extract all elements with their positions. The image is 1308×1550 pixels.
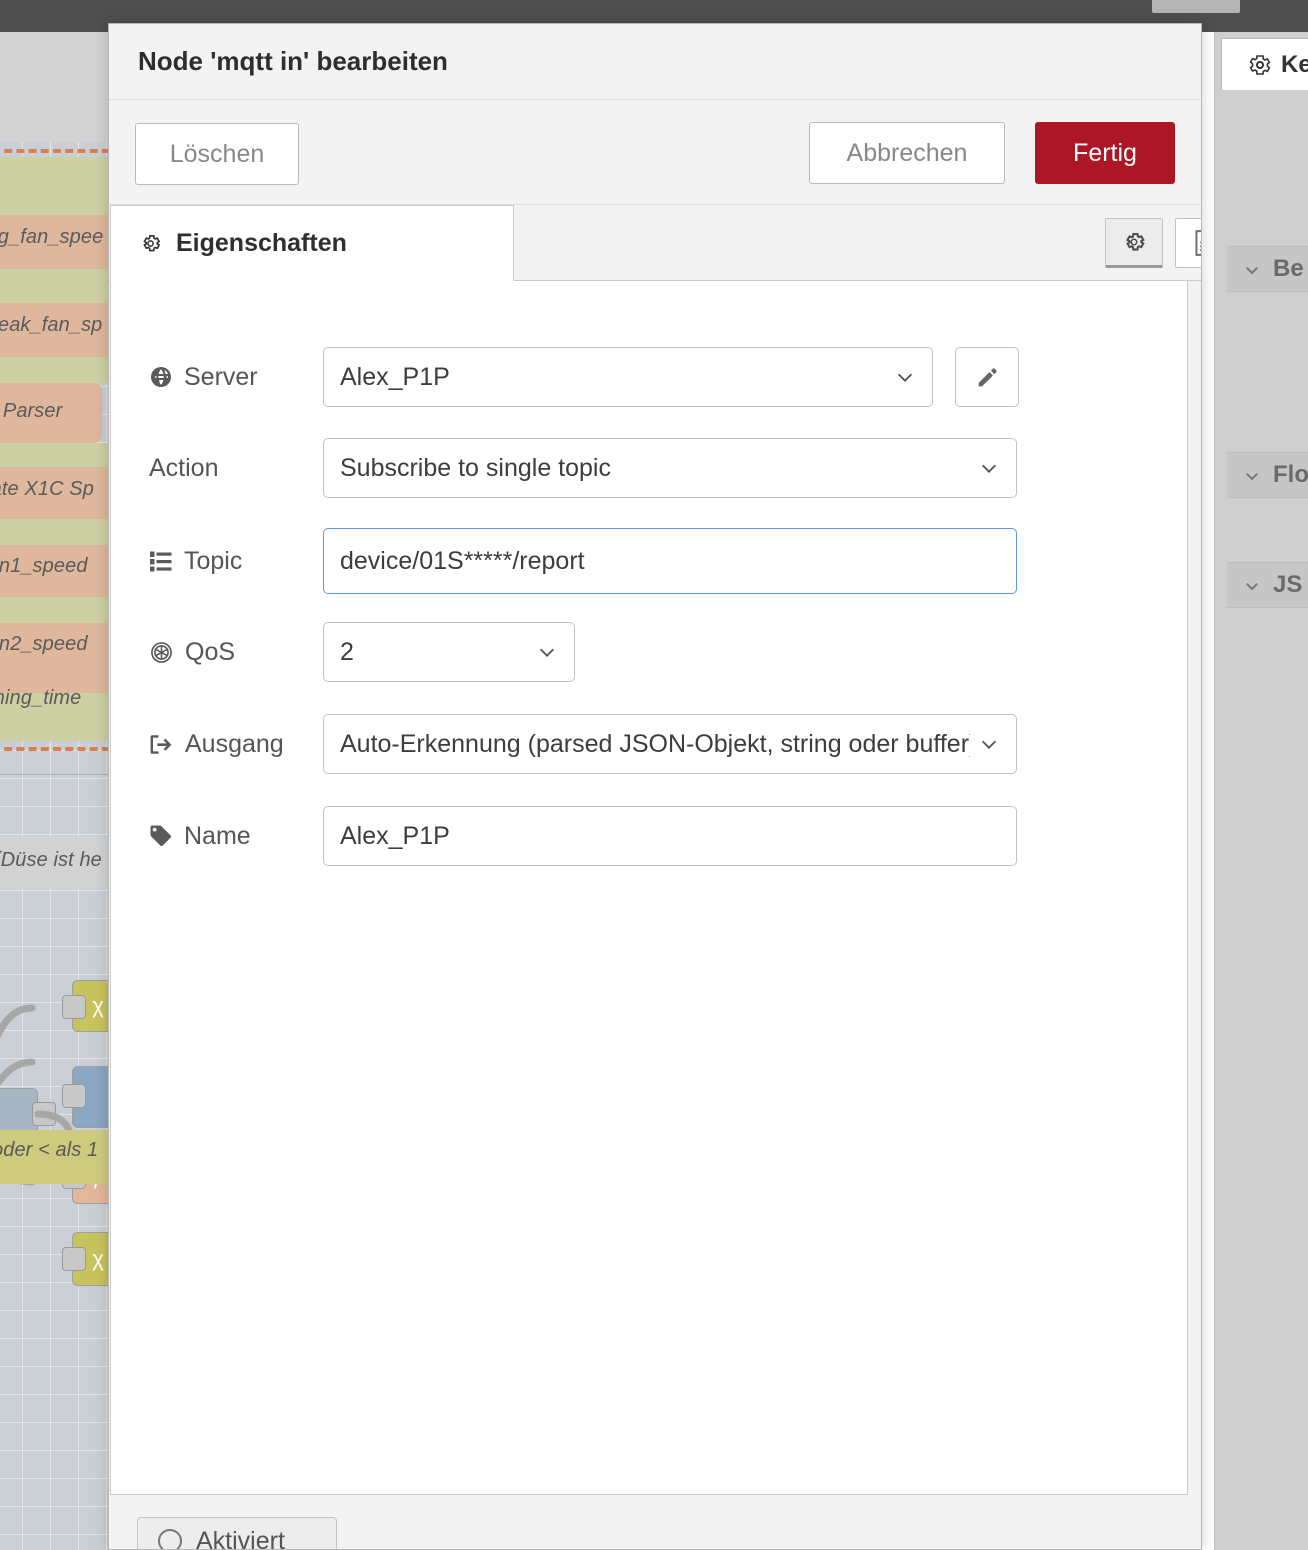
canvas-band <box>0 597 108 623</box>
form-row-topic: Topic device/01S*****/report <box>111 528 1187 594</box>
gear-icon <box>1248 53 1272 77</box>
label-text: QoS <box>185 637 236 666</box>
enable-toggle-button[interactable]: Aktiviert <box>137 1517 337 1550</box>
tasks-icon <box>149 550 173 572</box>
ausgang-value: Auto-Erkennung (parsed JSON-Objekt, stri… <box>340 729 970 758</box>
dialog-title: Node 'mqtt in' bearbeiten <box>109 24 1201 100</box>
canvas-divider <box>0 774 108 775</box>
edit-server-button[interactable] <box>955 347 1019 407</box>
canvas-node-label: slate X1C Sp <box>0 478 94 500</box>
qos-select[interactable]: 2 <box>323 622 575 682</box>
gear-icon <box>139 232 162 255</box>
dialog-body: Server Alex_P1P Action Subscribe to sing… <box>110 281 1188 1494</box>
gear-icon <box>1121 229 1147 255</box>
delete-button[interactable]: Löschen <box>135 123 299 185</box>
sidebar-section-header[interactable]: Be <box>1227 246 1308 292</box>
label-name: Name <box>111 822 323 851</box>
canvas-node-label: fan2_speed <box>0 633 88 655</box>
chevron-down-icon <box>978 733 1000 755</box>
flow-canvas[interactable]: ing_fan_spee break_fan_sp e Parser slate… <box>0 32 108 1550</box>
form-row-server: Server Alex_P1P <box>111 347 1187 407</box>
name-input[interactable]: Alex_P1P <box>323 806 1017 866</box>
sidebar-tab-config[interactable]: Ke <box>1221 38 1308 90</box>
label-action: Action <box>111 454 323 483</box>
browser-tab-stub[interactable] <box>1152 0 1240 13</box>
form-row-action: Action Subscribe to single topic <box>111 438 1187 498</box>
canvas-band <box>0 157 108 215</box>
chevron-down-icon <box>894 366 916 388</box>
canvas-node-label: ing_fan_spee <box>0 226 104 248</box>
canvas-node-label: fan1_speed <box>0 555 88 577</box>
canvas-band <box>0 32 108 142</box>
action-select[interactable]: Subscribe to single topic <box>323 438 1017 498</box>
name-value: Alex_P1P <box>340 821 450 850</box>
right-sidebar: Ke Be Flo JS <box>1214 32 1308 1550</box>
label-text: Name <box>184 821 251 850</box>
topic-value: device/01S*****/report <box>340 546 585 575</box>
topic-input[interactable]: device/01S*****/report <box>323 528 1017 594</box>
circle-icon <box>158 1529 182 1549</box>
canvas-node-label: break_fan_sp <box>0 314 103 336</box>
label-ausgang: Ausgang <box>111 730 323 759</box>
tab-label: Eigenschaften <box>176 228 347 257</box>
form-row-qos: QoS 2 <box>111 622 1187 682</box>
sidebar-section-header[interactable]: JS <box>1227 562 1308 608</box>
sidebar-section-label: Be <box>1273 255 1304 282</box>
label-text: Action <box>149 453 219 482</box>
canvas-node-label: aining_time <box>0 687 82 709</box>
tab-properties-icon-button[interactable] <box>1105 218 1163 268</box>
canvas-band <box>0 443 108 467</box>
tab-eigenschaften[interactable]: Eigenschaften <box>110 205 514 281</box>
description-icon <box>1191 229 1201 257</box>
form-row-ausgang: Ausgang Auto-Erkennung (parsed JSON-Obje… <box>111 714 1187 774</box>
server-select[interactable]: Alex_P1P <box>323 347 933 407</box>
tab-description-icon-button[interactable] <box>1175 218 1201 268</box>
sign-out-icon <box>149 733 174 756</box>
label-text: Ausgang <box>185 729 284 758</box>
canvas-node-label: e Parser <box>0 400 63 422</box>
dialog-tab-bar: Eigenschaften <box>109 205 1201 281</box>
pencil-icon <box>975 365 1000 390</box>
canvas-comment-label: oder < als 1 <box>0 1139 99 1161</box>
chevron-down-icon <box>536 641 558 663</box>
sidebar-tab-label: Ke <box>1281 50 1308 78</box>
edit-node-dialog: Node 'mqtt in' bearbeiten Löschen Abbrec… <box>108 23 1202 1550</box>
group-boundary-dashed <box>0 149 108 153</box>
sidebar-section-label: Flo <box>1273 461 1308 488</box>
canvas-comment-label: (Düse ist he <box>0 849 102 871</box>
canvas-band <box>0 269 108 303</box>
done-button[interactable]: Fertig <box>1035 122 1175 184</box>
chevron-down-icon <box>1243 467 1259 483</box>
chevron-down-icon <box>1243 577 1259 593</box>
form-row-name: Name Alex_P1P <box>111 806 1187 866</box>
action-value: Subscribe to single topic <box>340 453 611 482</box>
label-qos: QoS <box>111 638 323 667</box>
dialog-footer: Aktiviert <box>110 1494 1188 1550</box>
group-boundary-dashed <box>0 747 108 751</box>
sidebar-section-header[interactable]: Flo <box>1227 452 1308 498</box>
label-topic: Topic <box>111 547 323 576</box>
empire-icon <box>149 640 174 665</box>
qos-value: 2 <box>340 637 354 666</box>
node-input-port[interactable] <box>62 1247 86 1271</box>
label-text: Server <box>184 362 258 391</box>
dialog-toolbar: Löschen Abbrechen Fertig <box>109 100 1201 205</box>
server-value: Alex_P1P <box>340 362 450 391</box>
enable-label: Aktiviert <box>196 1526 285 1550</box>
label-server: Server <box>111 363 323 392</box>
canvas-band <box>0 357 108 383</box>
node-input-port[interactable] <box>62 995 86 1019</box>
sidebar-section-label: JS <box>1273 571 1303 598</box>
cancel-button[interactable]: Abbrechen <box>809 122 1005 184</box>
ausgang-select[interactable]: Auto-Erkennung (parsed JSON-Objekt, stri… <box>323 714 1017 774</box>
globe-icon <box>149 365 173 389</box>
chevron-down-icon <box>978 457 1000 479</box>
label-text: Topic <box>184 546 243 575</box>
canvas-band <box>0 519 108 545</box>
tag-icon <box>149 824 173 848</box>
chevron-down-icon <box>1243 261 1259 277</box>
